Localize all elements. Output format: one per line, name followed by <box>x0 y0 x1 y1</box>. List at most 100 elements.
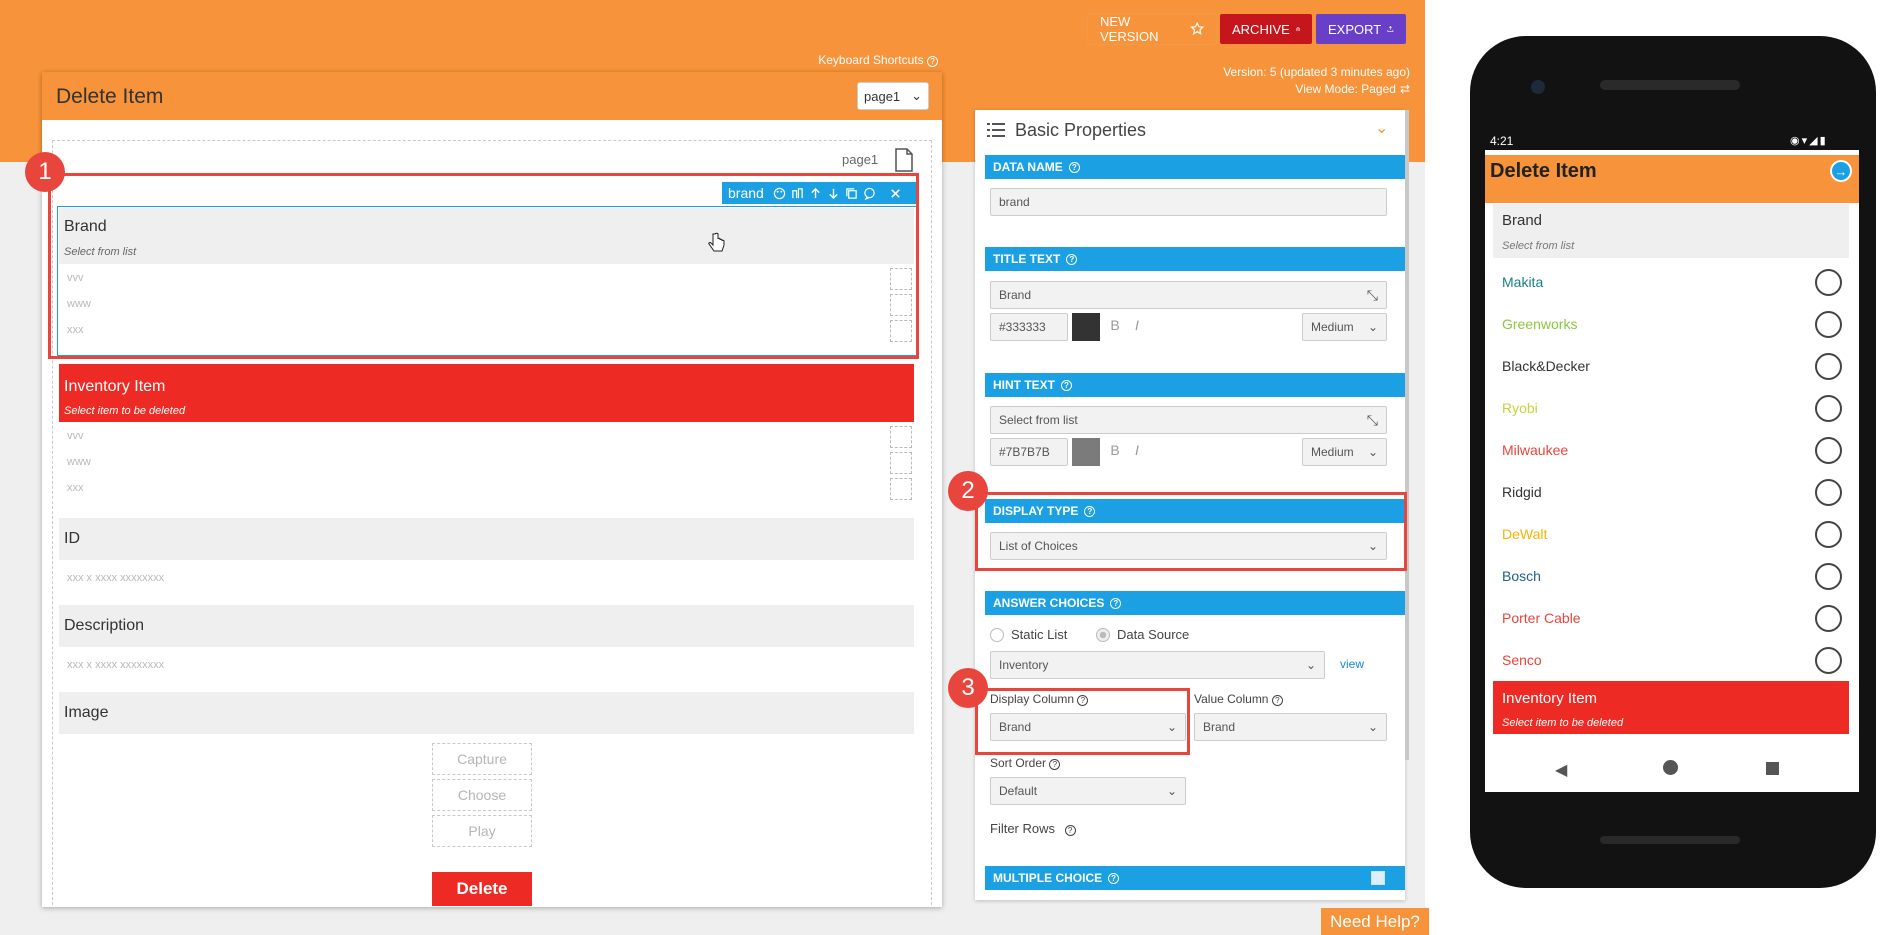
help-icon[interactable]: ? <box>1108 872 1120 884</box>
phone-next-icon[interactable]: → <box>1830 160 1852 182</box>
phone-choice-radio[interactable] <box>1815 311 1842 338</box>
phone-choice-item[interactable]: Ridgid <box>1493 472 1849 514</box>
phone-choice-item[interactable]: Porter Cable <box>1493 598 1849 640</box>
phone-choice-radio[interactable] <box>1815 521 1842 548</box>
data-name-input[interactable]: brand <box>990 188 1387 216</box>
id-question-header[interactable] <box>59 518 914 560</box>
value-column-select[interactable]: Brand ⌄ <box>1194 713 1387 741</box>
phone-choice-item[interactable]: Ryobi <box>1493 388 1849 430</box>
page-select-value: page1 <box>864 88 901 104</box>
page-select[interactable]: page1 ⌄ <box>857 82 929 110</box>
phone-choice-radio[interactable] <box>1815 605 1842 632</box>
choice-checkbox[interactable] <box>890 426 912 448</box>
help-icon[interactable]: ? <box>1110 597 1122 609</box>
italic-toggle[interactable]: I <box>1127 317 1147 337</box>
export-label: EXPORT <box>1328 21 1382 37</box>
chevron-down-icon[interactable]: ⌄ <box>1375 118 1388 138</box>
recents-icon[interactable] <box>1766 762 1779 775</box>
back-icon[interactable]: ◀ <box>1555 760 1567 780</box>
need-help-button[interactable]: Need Help? <box>1321 908 1429 935</box>
description-question-header[interactable] <box>59 605 914 647</box>
data-source-select[interactable]: Inventory ⌄ <box>990 651 1325 679</box>
form-title: Delete Item <box>56 85 164 108</box>
play-button[interactable]: Play <box>432 815 532 847</box>
phone-choice-item[interactable]: Senco <box>1493 640 1849 682</box>
hint-text-section: HINT TEXT ? <box>985 373 1405 397</box>
static-list-radio[interactable] <box>990 628 1004 642</box>
answer-choices-section: ANSWER CHOICES ? <box>985 591 1405 615</box>
choose-button[interactable]: Choose <box>432 779 532 811</box>
title-color-value: #333333 <box>999 320 1046 334</box>
phone-choice-radio[interactable] <box>1815 395 1842 422</box>
view-mode-toggle[interactable]: View Mode: Paged ⇄ <box>1120 82 1410 96</box>
multiple-choice-checkbox[interactable] <box>1371 871 1385 885</box>
chevron-down-icon: ⌄ <box>1166 784 1177 798</box>
choice-checkbox[interactable] <box>890 478 912 500</box>
data-source-radio[interactable] <box>1096 628 1110 642</box>
home-icon[interactable] <box>1663 760 1678 775</box>
title-color-input[interactable]: #333333 <box>990 313 1068 341</box>
phone-choice-radio[interactable] <box>1815 647 1842 674</box>
description-question-title: Description <box>64 617 145 634</box>
view-link[interactable]: view <box>1340 657 1364 671</box>
filter-rows-row[interactable]: Filter Rows ? <box>990 821 1076 836</box>
hint-text-value: Select from list <box>999 413 1078 427</box>
delete-button[interactable]: Delete <box>432 872 532 906</box>
hint-text-input[interactable]: Select from list ⤡ <box>990 406 1387 434</box>
capture-button[interactable]: Capture <box>432 743 532 775</box>
bold-toggle[interactable]: B <box>1105 442 1125 462</box>
italic-toggle[interactable]: I <box>1127 442 1147 462</box>
export-button[interactable]: EXPORT <box>1316 14 1406 44</box>
phone-choice-radio[interactable] <box>1815 353 1842 380</box>
phone-choice-radio[interactable] <box>1815 563 1842 590</box>
phone-choice-item[interactable]: Black&Decker <box>1493 346 1849 388</box>
filter-rows-label: Filter Rows <box>990 821 1056 836</box>
help-icon[interactable]: ? <box>1061 379 1072 391</box>
list-icon <box>987 123 1005 137</box>
inventory-question-header[interactable] <box>59 364 914 422</box>
data-name-label: DATA NAME <box>993 160 1063 174</box>
help-icon[interactable]: ? <box>1271 695 1283 706</box>
static-list-label: Static List <box>1011 627 1068 642</box>
image-question-title: Image <box>64 704 109 721</box>
chevron-down-icon: ⌄ <box>1305 658 1316 672</box>
phone-choice-item[interactable]: Makita <box>1493 262 1849 304</box>
phone-choice-item[interactable]: DeWalt <box>1493 514 1849 556</box>
phone-choice-item[interactable]: Bosch <box>1493 556 1849 598</box>
keyboard-shortcuts-link[interactable]: Keyboard Shortcuts ? <box>810 53 938 67</box>
phone-choice-item[interactable]: Greenworks <box>1493 304 1849 346</box>
phone-choice-label: Black&Decker <box>1502 358 1590 374</box>
chevron-down-icon: ⌄ <box>1367 720 1378 734</box>
sort-order-select[interactable]: Default ⌄ <box>990 777 1186 805</box>
title-text-label: TITLE TEXT <box>993 252 1061 266</box>
phone-choice-label: Senco <box>1502 652 1542 668</box>
hint-color-value: #7B7B7B <box>999 445 1050 459</box>
phone-choice-radio[interactable] <box>1815 437 1842 464</box>
hint-size-select[interactable]: Medium ⌄ <box>1302 438 1387 466</box>
bold-toggle[interactable]: B <box>1105 317 1125 337</box>
phone-choice-item[interactable]: Milwaukee <box>1493 430 1849 472</box>
phone-choice-radio[interactable] <box>1815 269 1842 296</box>
phone-choice-label: Milwaukee <box>1502 442 1569 458</box>
hint-color-input[interactable]: #7B7B7B <box>990 438 1068 466</box>
phone-brand-title: Brand <box>1502 212 1543 229</box>
help-icon[interactable]: ? <box>1049 759 1061 770</box>
view-mode-label: View Mode: Paged <box>1295 82 1396 96</box>
image-question-header[interactable] <box>59 692 914 734</box>
new-version-button[interactable]: NEW VERSION <box>1088 14 1216 44</box>
help-icon[interactable]: ? <box>1064 825 1076 836</box>
title-size-select[interactable]: Medium ⌄ <box>1302 313 1387 341</box>
phone-choice-label: Bosch <box>1502 568 1541 584</box>
scrollbar[interactable] <box>1405 110 1409 760</box>
phone-choice-radio[interactable] <box>1815 479 1842 506</box>
step-badge-1: 1 <box>25 152 65 192</box>
hint-color-swatch[interactable] <box>1072 438 1100 466</box>
choice-checkbox[interactable] <box>890 452 912 474</box>
title-color-swatch[interactable] <box>1072 313 1100 341</box>
help-icon[interactable]: ? <box>1068 161 1080 173</box>
phone-choice-label: DeWalt <box>1502 526 1548 542</box>
title-text-input[interactable]: Brand ⤡ <box>990 281 1387 309</box>
help-icon[interactable]: ? <box>1066 253 1078 265</box>
phone-choice-label: Greenworks <box>1502 316 1578 332</box>
archive-button[interactable]: ARCHIVE <box>1220 14 1312 44</box>
